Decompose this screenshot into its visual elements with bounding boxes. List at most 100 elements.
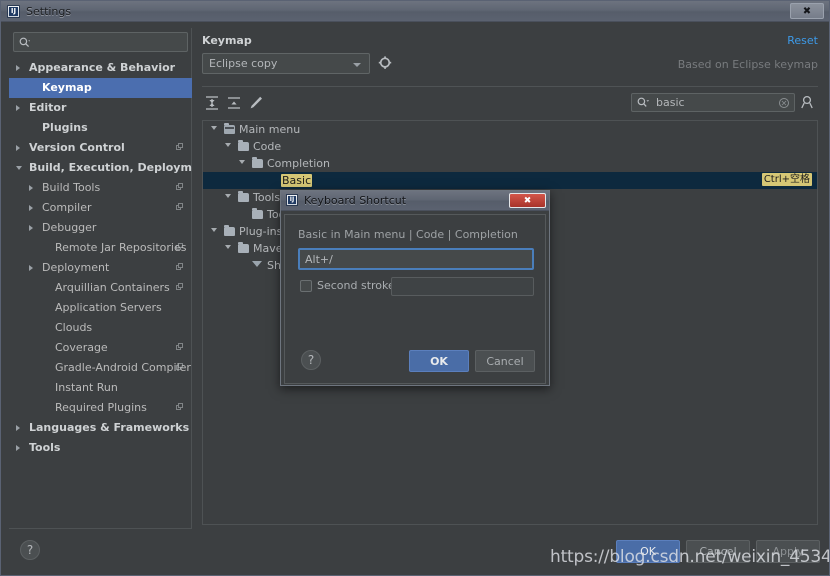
- find-by-shortcut-icon[interactable]: [800, 94, 817, 111]
- sidebar-item-label: Compiler: [42, 201, 92, 214]
- sidebar-item-label: Remote Jar Repositories: [55, 241, 187, 254]
- first-stroke-value: Alt+/: [305, 253, 333, 266]
- second-stroke-label: Second stroke:: [317, 279, 399, 292]
- sidebar-item-remote-jar-repositories[interactable]: Remote Jar Repositories: [9, 238, 192, 258]
- copy-icon: [176, 143, 185, 152]
- sidebar-item-plugins[interactable]: Plugins: [9, 118, 192, 138]
- chevron-down-icon: [211, 228, 217, 232]
- chevron-right-icon: [16, 145, 20, 151]
- close-icon[interactable]: ✖: [790, 3, 824, 19]
- chevron-right-icon: [16, 445, 20, 451]
- window-title: Settings: [26, 5, 72, 18]
- tree-item-label: Code: [253, 140, 282, 153]
- sidebar-item-label: Version Control: [29, 141, 125, 154]
- sidebar-item-clouds[interactable]: Clouds: [9, 318, 192, 338]
- ok-button[interactable]: OK: [616, 540, 680, 563]
- sidebar-item-tools[interactable]: Tools: [9, 438, 192, 458]
- close-icon[interactable]: ✖: [509, 193, 546, 208]
- second-stroke-checkbox[interactable]: [300, 280, 312, 292]
- sidebar-item-arquillian-containers[interactable]: Arquillian Containers: [9, 278, 192, 298]
- dialog-footer: ? OK Cancel Apply: [2, 533, 828, 575]
- dialog-titlebar: IJ Keyboard Shortcut ✖: [281, 191, 549, 211]
- based-on-label: Based on Eclipse keymap: [677, 58, 818, 71]
- chevron-right-icon: [29, 225, 33, 231]
- sidebar-item-label: Instant Run: [55, 381, 118, 394]
- sidebar-item-application-servers[interactable]: Application Servers: [9, 298, 192, 318]
- sidebar-item-label: Build, Execution, Deployment: [29, 161, 192, 174]
- table-row[interactable]: Basic Ctrl+空格: [203, 172, 817, 189]
- dialog-cancel-button[interactable]: Cancel: [475, 350, 535, 372]
- cancel-button[interactable]: Cancel: [686, 540, 750, 563]
- edit-shortcut-icon[interactable]: [246, 93, 266, 113]
- sidebar-item-editor[interactable]: Editor: [9, 98, 192, 118]
- settings-category-tree[interactable]: Appearance & Behavior Keymap Editor Plugins…: [9, 58, 192, 528]
- sidebar-item-build-tools[interactable]: Build Tools: [9, 178, 192, 198]
- sidebar-item-version-control[interactable]: Version Control: [9, 138, 192, 158]
- search-icon: [637, 97, 650, 112]
- dialog-title: Keyboard Shortcut: [304, 194, 407, 207]
- reset-link[interactable]: Reset: [787, 34, 818, 47]
- sidebar-item-debugger[interactable]: Debugger: [9, 218, 192, 238]
- chevron-down-icon: [225, 143, 231, 147]
- sidebar-item-compiler[interactable]: Compiler: [9, 198, 192, 218]
- second-stroke-input[interactable]: [391, 277, 534, 296]
- sidebar-item-label: Arquillian Containers: [55, 281, 170, 294]
- sidebar-item-label: Coverage: [55, 341, 108, 354]
- funnel-icon: [252, 261, 262, 267]
- sidebar-item-label: Editor: [29, 101, 67, 114]
- help-icon[interactable]: ?: [20, 540, 40, 560]
- sidebar-item-coverage[interactable]: Coverage: [9, 338, 192, 358]
- keymap-select[interactable]: Eclipse copy: [202, 53, 370, 74]
- sidebar-item-languages-frameworks[interactable]: Languages & Frameworks: [9, 418, 192, 438]
- shortcut-badge: Ctrl+空格: [761, 173, 812, 186]
- dialog-body: Basic in Main menu | Code | Completion A…: [284, 214, 546, 384]
- collapse-all-icon[interactable]: [224, 93, 244, 113]
- page-title: Keymap: [202, 34, 252, 47]
- chevron-right-icon: [16, 425, 20, 431]
- dialog-ok-button[interactable]: OK: [409, 350, 469, 372]
- sidebar-search-input[interactable]: [13, 32, 188, 52]
- shortcut-context-label: Basic in Main menu | Code | Completion: [298, 228, 518, 241]
- table-row[interactable]: Main menu: [203, 121, 817, 138]
- tree-item-label: Completion: [267, 157, 331, 170]
- table-row[interactable]: Completion: [203, 155, 817, 172]
- sidebar-item-keymap[interactable]: Keymap: [9, 78, 192, 98]
- table-row[interactable]: Code: [203, 138, 817, 155]
- sidebar-item-required-plugins[interactable]: Required Plugins: [9, 398, 192, 418]
- apply-button[interactable]: Apply: [756, 540, 820, 563]
- sidebar-item-label: Debugger: [42, 221, 97, 234]
- first-stroke-input[interactable]: Alt+/: [298, 248, 534, 270]
- help-icon[interactable]: ?: [301, 350, 321, 370]
- expand-all-icon[interactable]: [202, 93, 222, 113]
- clear-icon[interactable]: ✕: [779, 98, 789, 108]
- sidebar-item-build-execution-deployment[interactable]: Build, Execution, Deployment: [9, 158, 192, 178]
- sidebar-item-gradle-android-compiler[interactable]: Gradle-Android Compiler: [9, 358, 192, 378]
- sidebar-item-label: Deployment: [42, 261, 110, 274]
- copy-icon: [176, 403, 185, 412]
- chevron-right-icon: [29, 185, 33, 191]
- sidebar-item-label: Clouds: [55, 321, 93, 334]
- folder-icon: [238, 242, 249, 253]
- keymap-filter-input[interactable]: basic ✕: [631, 93, 795, 112]
- sidebar-item-label: Application Servers: [55, 301, 162, 314]
- sidebar-item-deployment[interactable]: Deployment: [9, 258, 192, 278]
- chevron-right-icon: [29, 265, 33, 271]
- copy-icon: [176, 243, 185, 252]
- sidebar-item-label: Languages & Frameworks: [29, 421, 190, 434]
- tree-item-label: Basic: [281, 172, 313, 189]
- tree-item-label: Tools: [253, 191, 281, 204]
- tree-item-label: Plug-ins: [239, 225, 283, 238]
- sidebar-item-appearance-behavior[interactable]: Appearance & Behavior: [9, 58, 192, 78]
- sidebar-item-label: Appearance & Behavior: [29, 61, 176, 74]
- chevron-down-icon: [239, 160, 245, 164]
- keymap-select-value: Eclipse copy: [209, 57, 278, 70]
- sidebar-item-instant-run[interactable]: Instant Run: [9, 378, 192, 398]
- chevron-right-icon: [29, 205, 33, 211]
- folder-icon: [224, 225, 235, 236]
- sidebar-item-label: Required Plugins: [55, 401, 147, 414]
- gear-icon[interactable]: [378, 56, 393, 71]
- keymap-filter-value: basic: [656, 96, 685, 109]
- chevron-down-icon: [353, 63, 361, 67]
- menu-folder-icon: [224, 123, 235, 134]
- chevron-down-icon: [225, 245, 231, 249]
